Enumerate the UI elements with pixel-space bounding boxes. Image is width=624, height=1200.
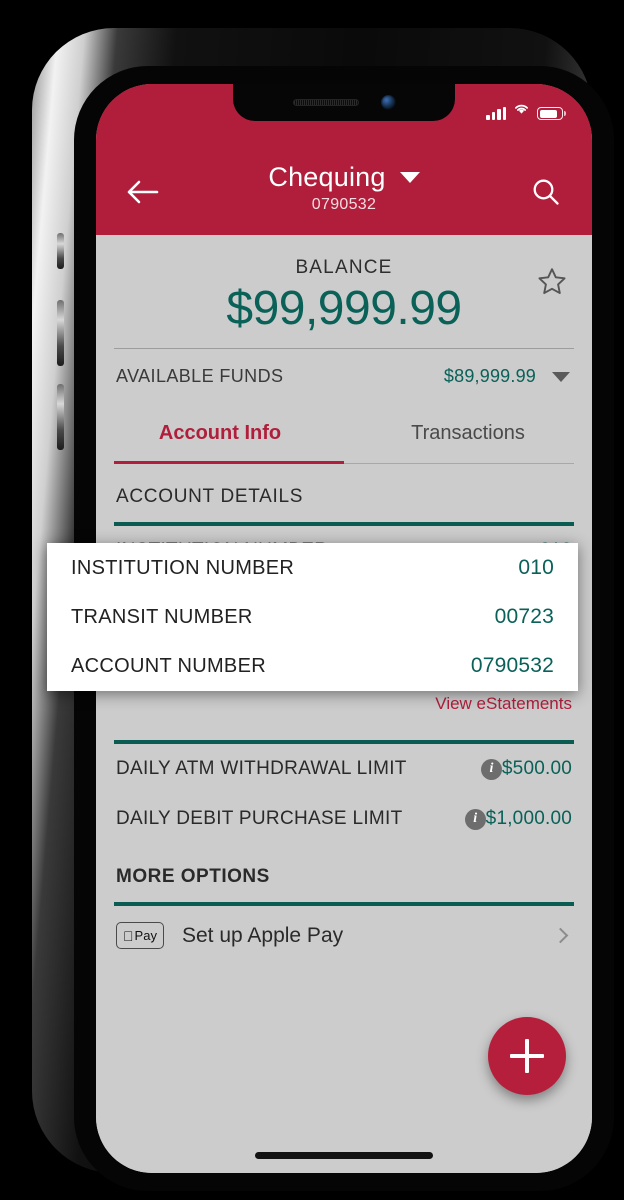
detail-value: $1,000.00 (485, 808, 572, 829)
notch (233, 84, 455, 121)
table-row[interactable]: ACCOUNT NUMBER 0790532 (71, 642, 554, 691)
tab-underline-active (114, 461, 344, 464)
account-selector[interactable]: Chequing (96, 162, 592, 193)
detail-label: DAILY DEBIT PURCHASE LIMIT (116, 808, 403, 829)
status-icons (486, 102, 566, 120)
balance-block: BALANCE $99,999.99 (96, 235, 592, 336)
institution-number-value: 010 (518, 556, 554, 579)
more-options-heading: MORE OPTIONS (116, 866, 270, 887)
header-account-number: 0790532 (311, 196, 377, 213)
account-number-value: 0790532 (470, 654, 554, 677)
apple-pay-badge-text: Pay (129, 928, 157, 943)
account-number-label: ACCOUNT NUMBER (71, 654, 266, 677)
available-funds-amount: $89,999.99 (443, 366, 536, 386)
add-button[interactable] (488, 1017, 566, 1095)
favorite-star-button[interactable] (532, 261, 572, 301)
mute-switch[interactable] (57, 233, 64, 269)
table-row[interactable]: INSTITUTION NUMBER 010 (71, 544, 554, 593)
chevron-down-icon[interactable] (552, 371, 570, 382)
balance-label: BALANCE (295, 257, 393, 278)
available-funds-label: AVAILABLE FUNDS (116, 366, 284, 386)
page-title: Chequing (268, 162, 386, 192)
front-camera-icon (380, 95, 396, 110)
volume-up-button[interactable] (57, 300, 64, 366)
chevron-right-icon (552, 927, 569, 944)
signal-bars-icon (486, 107, 506, 120)
apple-logo-icon:  (123, 929, 134, 943)
home-indicator[interactable] (255, 1152, 433, 1159)
star-outline-icon (538, 267, 566, 294)
account-numbers-callout: INSTITUTION NUMBER 010 TRANSIT NUMBER 00… (47, 543, 578, 691)
search-button[interactable] (524, 170, 568, 214)
table-row: DAILY DEBIT PURCHASE LIMIT i $1,000.00 (96, 794, 592, 844)
battery-icon (537, 107, 566, 120)
table-row: DAILY ATM WITHDRAWAL LIMIT i $500.00 (96, 744, 592, 794)
available-funds-row[interactable]: AVAILABLE FUNDS $89,999.99 (96, 349, 592, 404)
volume-down-button[interactable] (57, 384, 64, 450)
header-titles: Chequing 0790532 (96, 162, 592, 214)
speaker-grille (292, 99, 359, 106)
info-icon[interactable]: i (464, 808, 486, 830)
apple-pay-badge-icon:  Pay (116, 922, 164, 949)
search-icon (533, 179, 559, 205)
wifi-icon (513, 102, 530, 120)
main-content: BALANCE $99,999.99 AVAILABLE FUNDS $89,9… (96, 235, 592, 1173)
transit-number-label: TRANSIT NUMBER (71, 605, 253, 628)
plus-icon (525, 1039, 529, 1073)
tab-bar: Account Info Transactions (96, 408, 592, 461)
view-estatements-link[interactable]: View eStatements (435, 694, 572, 713)
list-item-label: Set up Apple Pay (182, 923, 344, 947)
balance-amount: $99,999.99 (226, 282, 462, 335)
chevron-down-icon (399, 172, 420, 183)
detail-label: DAILY ATM WITHDRAWAL LIMIT (116, 758, 407, 779)
list-item[interactable]:  Pay Set up Apple Pay (96, 906, 592, 965)
detail-value: $500.00 (501, 758, 572, 779)
tab-account-info[interactable]: Account Info (96, 408, 344, 461)
tab-transactions[interactable]: Transactions (344, 408, 592, 461)
tab-underline-inactive (344, 463, 574, 464)
info-icon[interactable]: i (480, 758, 502, 780)
table-row[interactable]: TRANSIT NUMBER 00723 (71, 593, 554, 642)
institution-number-label: INSTITUTION NUMBER (71, 556, 295, 579)
transit-number-value: 00723 (494, 605, 554, 628)
account-details-heading: ACCOUNT DETAILS (116, 486, 304, 507)
tab-underline (114, 461, 574, 464)
